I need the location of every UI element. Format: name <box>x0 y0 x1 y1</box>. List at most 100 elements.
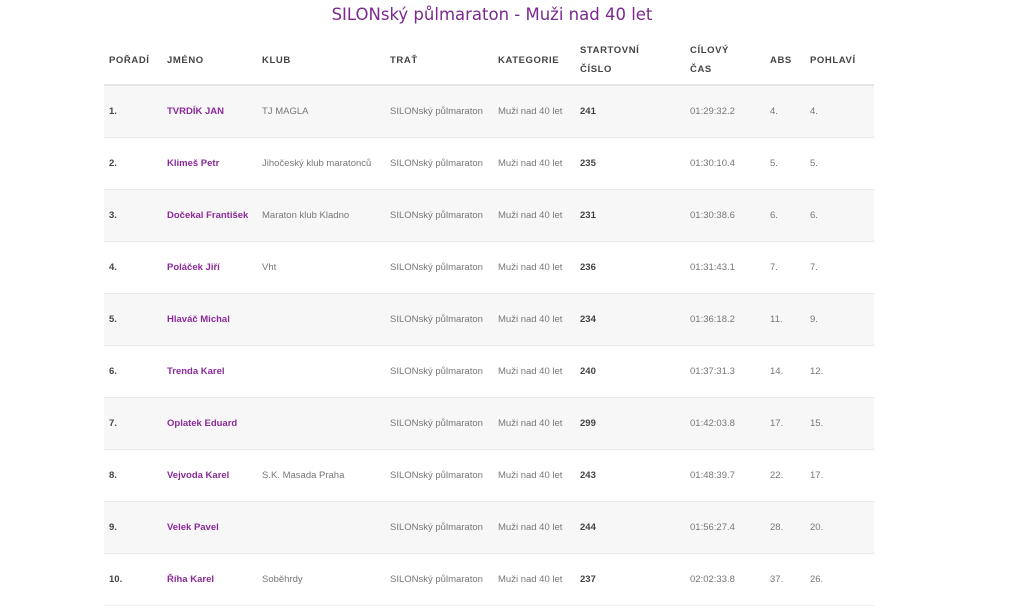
cell-club <box>257 293 385 346</box>
cell-category: Muži nad 40 let <box>493 241 575 294</box>
cell-category: Muži nad 40 let <box>493 449 575 502</box>
cell-gender: 7. <box>805 241 874 294</box>
cell-track: SILONský půlmaraton <box>385 345 493 398</box>
cell-bib: 236 <box>575 241 685 294</box>
cell-position: 10. <box>104 553 162 606</box>
cell-gender: 17. <box>805 449 874 502</box>
cell-gender: 6. <box>805 189 874 242</box>
table-row: 5. Hlaváč Michal SILONský půlmaraton Muž… <box>104 293 874 346</box>
table-header-row: POŘADÍ JMÉNO KLUB TRAŤ KATEGORIE STARTOV… <box>104 36 874 86</box>
cell-gender: 4. <box>805 85 874 138</box>
table-row: 6. Trenda Karel SILONský půlmaraton Muži… <box>104 345 874 398</box>
cell-time: 01:36:18.2 <box>685 293 765 346</box>
cell-club: TJ MAGLA <box>257 85 385 138</box>
runner-name-link[interactable]: Klimeš Petr <box>162 137 257 190</box>
cell-bib: 237 <box>575 553 685 606</box>
column-header-track[interactable]: TRAŤ <box>385 36 493 86</box>
cell-category: Muži nad 40 let <box>493 501 575 554</box>
runner-name-link[interactable]: Hlaváč Michal <box>162 293 257 346</box>
cell-club: Jihočeský klub maratonců <box>257 137 385 190</box>
column-header-name[interactable]: JMÉNO <box>162 36 257 86</box>
cell-club <box>257 501 385 554</box>
table-row: 8. Vejvoda Karel S.K. Masada Praha SILON… <box>104 449 874 502</box>
cell-gender: 9. <box>805 293 874 346</box>
time-header-line2: ČAS <box>690 64 712 75</box>
cell-abs: 7. <box>765 241 805 294</box>
cell-abs: 22. <box>765 449 805 502</box>
cell-category: Muži nad 40 let <box>493 293 575 346</box>
cell-bib: 231 <box>575 189 685 242</box>
column-header-club[interactable]: KLUB <box>257 36 385 86</box>
cell-bib: 235 <box>575 137 685 190</box>
table-row: 1. TVRDÍK JAN TJ MAGLA SILONský půlmarat… <box>104 85 874 138</box>
cell-position: 8. <box>104 449 162 502</box>
table-row: 4. Poláček Jiří Vht SILONský půlmaraton … <box>104 241 874 294</box>
runner-name-link[interactable]: Poláček Jiří <box>162 241 257 294</box>
cell-club: Vht <box>257 241 385 294</box>
cell-track: SILONský půlmaraton <box>385 397 493 450</box>
cell-track: SILONský půlmaraton <box>385 189 493 242</box>
column-header-gender[interactable]: POHLAVÍ <box>805 36 874 86</box>
cell-time: 01:42:03.8 <box>685 397 765 450</box>
cell-time: 01:29:32.2 <box>685 85 765 138</box>
results-table: POŘADÍ JMÉNO KLUB TRAŤ KATEGORIE STARTOV… <box>104 36 874 606</box>
cell-category: Muži nad 40 let <box>493 345 575 398</box>
cell-abs: 4. <box>765 85 805 138</box>
cell-position: 6. <box>104 345 162 398</box>
column-header-time[interactable]: CÍLOVÝ ČAS <box>685 36 765 86</box>
page-title: SILONský půlmaraton - Muži nad 40 let <box>331 5 653 24</box>
cell-position: 9. <box>104 501 162 554</box>
cell-gender: 20. <box>805 501 874 554</box>
cell-time: 01:30:10.4 <box>685 137 765 190</box>
cell-club: Soběhrdy <box>257 553 385 606</box>
cell-abs: 14. <box>765 345 805 398</box>
cell-position: 1. <box>104 85 162 138</box>
table-row: 3. Dočekal František Maraton klub Kladno… <box>104 189 874 242</box>
runner-name-link[interactable]: Říha Karel <box>162 553 257 606</box>
cell-abs: 37. <box>765 553 805 606</box>
cell-category: Muži nad 40 let <box>493 189 575 242</box>
runner-name-link[interactable]: Oplatek Eduard <box>162 397 257 450</box>
runner-name-link[interactable]: Velek Pavel <box>162 501 257 554</box>
cell-position: 5. <box>104 293 162 346</box>
table-row: 7. Oplatek Eduard SILONský půlmaraton Mu… <box>104 397 874 450</box>
cell-abs: 5. <box>765 137 805 190</box>
cell-club: Maraton klub Kladno <box>257 189 385 242</box>
cell-category: Muži nad 40 let <box>493 553 575 606</box>
cell-abs: 17. <box>765 397 805 450</box>
cell-bib: 243 <box>575 449 685 502</box>
cell-category: Muži nad 40 let <box>493 397 575 450</box>
cell-gender: 15. <box>805 397 874 450</box>
cell-track: SILONský půlmaraton <box>385 241 493 294</box>
cell-position: 2. <box>104 137 162 190</box>
cell-gender: 26. <box>805 553 874 606</box>
cell-bib: 241 <box>575 85 685 138</box>
cell-abs: 6. <box>765 189 805 242</box>
runner-name-link[interactable]: Vejvoda Karel <box>162 449 257 502</box>
table-row: 9. Velek Pavel SILONský půlmaraton Muži … <box>104 501 874 554</box>
cell-abs: 11. <box>765 293 805 346</box>
table-row: 10. Říha Karel Soběhrdy SILONský půlmara… <box>104 553 874 606</box>
cell-position: 3. <box>104 189 162 242</box>
cell-track: SILONský půlmaraton <box>385 449 493 502</box>
column-header-abs[interactable]: ABS <box>765 36 805 86</box>
column-header-bib[interactable]: STARTOVNÍ ČÍSLO <box>575 36 685 86</box>
column-header-position[interactable]: POŘADÍ <box>104 36 162 86</box>
cell-track: SILONský půlmaraton <box>385 137 493 190</box>
cell-club: S.K. Masada Praha <box>257 449 385 502</box>
runner-name-link[interactable]: Trenda Karel <box>162 345 257 398</box>
table-row: 2. Klimeš Petr Jihočeský klub maratonců … <box>104 137 874 190</box>
cell-time: 01:30:38.6 <box>685 189 765 242</box>
cell-time: 01:48:39.7 <box>685 449 765 502</box>
cell-bib: 299 <box>575 397 685 450</box>
cell-track: SILONský půlmaraton <box>385 501 493 554</box>
cell-category: Muži nad 40 let <box>493 85 575 138</box>
cell-time: 02:02:33.8 <box>685 553 765 606</box>
cell-time: 01:31:43.1 <box>685 241 765 294</box>
cell-gender: 12. <box>805 345 874 398</box>
runner-name-link[interactable]: Dočekal František <box>162 189 257 242</box>
bib-header-line2: ČÍSLO <box>580 64 613 75</box>
bib-header-line1: STARTOVNÍ <box>580 45 640 56</box>
runner-name-link[interactable]: TVRDÍK JAN <box>162 85 257 138</box>
column-header-category[interactable]: KATEGORIE <box>493 36 575 86</box>
